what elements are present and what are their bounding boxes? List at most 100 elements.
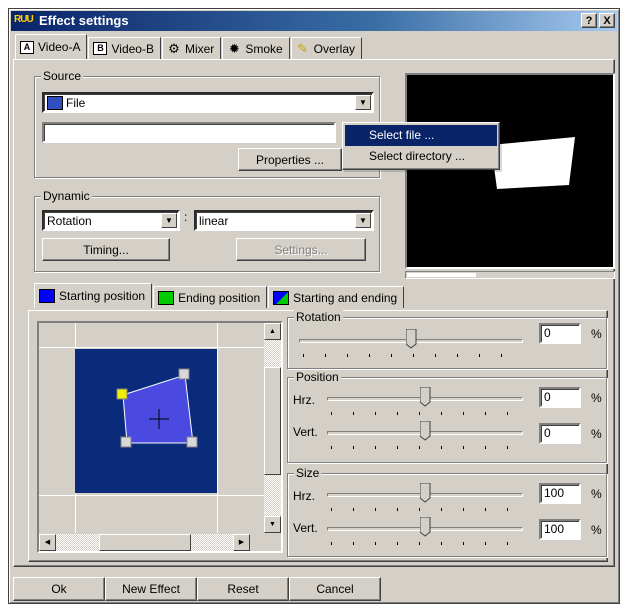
title-bar[interactable]: RUU Effect settings ? X [11,11,617,31]
mixer-icon: ⚙ [168,41,180,56]
tab-video-a[interactable]: A Video-A [15,34,88,59]
position-hrz-input[interactable]: 0 [539,387,581,408]
green-square-icon [158,290,175,305]
tab-overlay[interactable]: ✎ Overlay [290,37,363,59]
rotation-value-input[interactable]: 0 [539,323,581,344]
scroll-up-icon[interactable]: ▲ [264,323,281,340]
blue-green-square-icon [273,290,290,305]
tab-ending-position[interactable]: Ending position [153,286,268,308]
interpolation-select[interactable]: linear ▼ [194,210,374,231]
tab-starting-position[interactable]: Starting position [34,283,153,308]
dynamic-parameter-select[interactable]: Rotation ▼ [42,210,180,231]
help-button[interactable]: ? [581,13,597,28]
size-group-label: Size [294,466,322,480]
position-canvas[interactable]: ▲ ▼ ◀ ▶ [37,321,283,553]
film-icon [47,96,63,110]
size-hrz-label: Hrz. [293,489,315,503]
corner-handle[interactable] [120,436,132,448]
source-type-value: File [66,95,86,110]
corner-handle[interactable] [186,436,198,448]
position-vert-label: Vert. [293,425,318,439]
tab-video-b[interactable]: B Video-B [88,37,161,59]
source-context-menu: Select file ... Select directory ... [342,122,500,170]
menu-item-select-directory[interactable]: Select directory ... [345,146,497,167]
vertical-scroll-thumb[interactable] [264,367,281,475]
chevron-down-icon[interactable]: ▼ [355,213,371,228]
chevron-down-icon[interactable]: ▼ [355,95,371,110]
corner-handle-active[interactable] [116,388,128,400]
scroll-left-icon[interactable]: ◀ [39,534,56,551]
tab-smoke[interactable]: ✹ Smoke [222,37,290,59]
overlay-icon: ✎ [297,41,309,56]
position-hrz-unit: % [591,391,602,405]
tab-label: Overlay [313,41,356,56]
slider-ticks [303,354,519,357]
size-vert-label: Vert. [293,521,318,535]
position-group-label: Position [294,370,341,384]
preview-shape [491,137,575,189]
position-hrz-slider[interactable] [327,385,523,421]
ok-button[interactable]: Ok [13,577,105,601]
new-effect-button[interactable]: New Effect [105,577,197,601]
slider-ticks [331,542,519,545]
dynamic-parameter-value: Rotation [47,213,92,228]
grid-line [39,347,265,348]
tab-label: Video-B [111,41,154,56]
position-tab-strip: Starting position Ending position Starti… [34,283,405,308]
settings-button: Settings... [236,238,366,261]
size-hrz-input[interactable]: 100 [539,483,581,504]
position-vert-slider[interactable] [327,419,523,455]
effect-settings-window: RUU Effect settings ? X A Video-A B Vide… [8,8,620,604]
corner-handle[interactable] [178,368,190,380]
rotation-unit: % [591,327,602,341]
position-shape[interactable] [75,349,217,493]
slider-thumb[interactable] [420,483,431,503]
interpolation-value: linear [199,213,229,228]
horizontal-scroll-thumb[interactable] [99,534,191,551]
canvas-frame [75,349,217,493]
scroll-down-icon[interactable]: ▼ [264,516,281,533]
reset-button[interactable]: Reset [197,577,289,601]
tab-label: Mixer [184,41,215,56]
vertical-scrollbar[interactable]: ▲ ▼ [264,323,281,533]
tab-label: Smoke [245,41,283,56]
size-vert-input[interactable]: 100 [539,519,581,540]
app-logo-icon: RUU [14,14,34,25]
size-hrz-slider[interactable] [327,481,523,517]
position-vert-input[interactable]: 0 [539,423,581,444]
b-box-icon: B [93,42,108,55]
preview-area [405,73,615,269]
size-hrz-unit: % [591,487,602,501]
timing-button[interactable]: Timing... [42,238,170,261]
tab-label: Ending position [178,290,261,305]
slider-thumb[interactable] [406,329,417,349]
main-tab-strip: A Video-A B Video-B ⚙ Mixer ✹ Smoke ✎ Ov… [15,34,363,59]
size-vert-unit: % [591,523,602,537]
preview-progress-fill [407,273,476,277]
dynamic-group-label: Dynamic [41,189,92,203]
slider-thumb[interactable] [420,421,431,441]
size-vert-slider[interactable] [327,515,523,551]
preview-progress-bar [405,271,615,279]
rotation-slider[interactable] [299,327,523,363]
properties-button[interactable]: Properties ... [238,148,342,171]
scroll-right-icon[interactable]: ▶ [233,534,250,551]
slider-thumb[interactable] [420,517,431,537]
slider-ticks [331,412,519,415]
source-group-label: Source [41,69,84,83]
close-button[interactable]: X [599,13,615,28]
tab-starting-and-ending[interactable]: Starting and ending [268,286,405,308]
grid-line [217,323,218,533]
slider-thumb[interactable] [420,387,431,407]
tab-mixer[interactable]: ⚙ Mixer [161,37,222,59]
a-box-icon: A [20,40,34,54]
window-title: Effect settings [39,13,129,28]
cancel-button[interactable]: Cancel [289,577,381,601]
source-type-select[interactable]: File ▼ [42,92,374,113]
menu-item-select-file[interactable]: Select file ... [345,125,497,146]
chevron-down-icon[interactable]: ▼ [161,213,177,228]
grid-line [39,495,265,496]
source-path-input[interactable] [42,122,336,143]
slider-ticks [331,508,519,511]
horizontal-scrollbar[interactable]: ◀ ▶ [39,534,250,551]
